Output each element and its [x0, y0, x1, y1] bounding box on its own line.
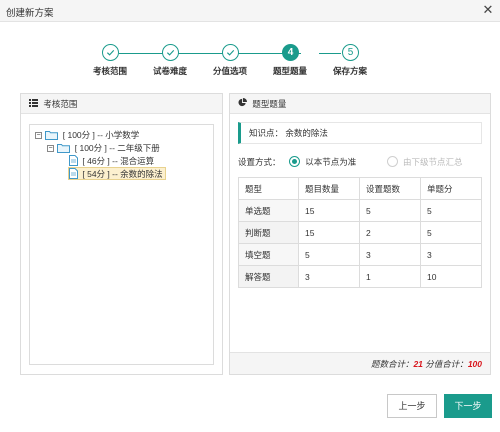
window-title: 创建新方案 [6, 8, 54, 19]
table-cell: 单选题 [238, 199, 299, 222]
table-cell: 填空题 [238, 243, 299, 266]
table-cell[interactable]: 10 [420, 265, 482, 288]
step-wizard: 考核范围 试卷难度 分值选项 4 题型题量 5 保存方案 [80, 44, 380, 80]
question-type-panel-header: 题型题量 [230, 94, 490, 114]
table-cell[interactable]: 3 [420, 243, 482, 266]
table-header: 单题分 [420, 177, 482, 200]
knowledge-point: 知识点： 余数的除法 [238, 122, 482, 144]
table-header-row: 题型 题目数量 设置题数 单题分 [238, 177, 482, 200]
tree-node-label: [ 100分 ] -- 小学数学 [62, 130, 140, 140]
table-cell[interactable]: 1 [359, 265, 421, 288]
check-icon [162, 44, 179, 61]
question-type-table: 题型 题目数量 设置题数 单题分 单选题 15 5 5 判断题 15 2 5 填… [238, 177, 482, 288]
radio-child-summary-label[interactable]: 由下级节点汇总 [403, 157, 463, 167]
scope-panel: 考核范围 − [ 100分 ] -- 小学数学 − [ 100分 ] -- 二年… [20, 93, 223, 375]
question-type-panel-title: 题型题量 [252, 99, 287, 109]
file-icon [69, 168, 78, 179]
table-header: 题型 [238, 177, 299, 200]
table-row: 解答题 3 1 10 [238, 265, 482, 288]
check-icon [222, 44, 239, 61]
folder-icon [45, 131, 59, 140]
step-label: 试卷难度 [152, 66, 187, 76]
tree-node-label: [ 46分 ] -- 混合运算 [82, 156, 155, 166]
window-titlebar: 创建新方案 ✕ [0, 0, 500, 22]
prev-step-button[interactable]: 上一步 [387, 394, 437, 418]
tree-node-selected[interactable]: [ 54分 ] -- 余数的除法 [68, 167, 166, 180]
check-icon [102, 44, 119, 61]
pie-chart-icon [238, 94, 248, 114]
scope-panel-header: 考核范围 [21, 94, 222, 114]
step-label: 分值选项 [212, 66, 247, 76]
table-row: 填空题 5 3 3 [238, 243, 482, 266]
question-count-value: 21 [413, 359, 423, 369]
next-step-button[interactable]: 下一步 [444, 394, 492, 418]
step-number: 5 [342, 44, 359, 61]
tree-node[interactable]: − [ 100分 ] -- 小学数学 [35, 129, 139, 142]
step-label: 题型题量 [272, 66, 307, 76]
step-connector [319, 53, 341, 54]
setting-mode-label: 设置方式： [238, 157, 281, 167]
tree-node[interactable]: − [ 100分 ] -- 二年级下册 [47, 142, 160, 155]
table-cell: 5 [298, 243, 360, 266]
table-cell[interactable]: 5 [420, 199, 482, 222]
table-row: 单选题 15 5 5 [238, 199, 482, 222]
table-cell: 15 [298, 221, 360, 244]
list-icon [29, 94, 39, 114]
file-icon [69, 155, 78, 166]
scope-panel-title: 考核范围 [43, 99, 78, 109]
collapse-toggle[interactable]: − [35, 132, 42, 139]
radio-self-node-label[interactable]: 以本节点为准 [305, 157, 356, 167]
table-row: 判断题 15 2 5 [238, 221, 482, 244]
table-cell[interactable]: 3 [359, 243, 421, 266]
tree-node-label: [ 54分 ] -- 余数的除法 [82, 169, 163, 179]
table-cell[interactable]: 5 [420, 221, 482, 244]
folder-icon [57, 144, 71, 153]
question-type-panel: 题型题量 知识点： 余数的除法 设置方式： 以本节点为准 由下级节点汇总 题型 … [229, 93, 491, 375]
radio-self-node[interactable] [288, 156, 300, 167]
summary-bar: 题数合计：21 分值合计：100 [230, 352, 490, 374]
table-cell: 判断题 [238, 221, 299, 244]
score-total-value: 100 [467, 359, 482, 369]
table-header: 题目数量 [298, 177, 360, 200]
radio-child-summary[interactable] [386, 156, 398, 167]
table-cell[interactable]: 2 [359, 221, 421, 244]
table-header: 设置题数 [359, 177, 421, 200]
step-label: 考核范围 [92, 66, 127, 76]
table-cell: 3 [298, 265, 360, 288]
table-cell: 解答题 [238, 265, 299, 288]
step-connector [119, 53, 301, 54]
score-total-label: 分值合计： [425, 359, 468, 369]
tree-node-label: [ 100分 ] -- 二年级下册 [74, 143, 160, 153]
question-count-label: 题数合计： [370, 359, 414, 369]
collapse-toggle[interactable]: − [47, 145, 54, 152]
table-cell: 15 [298, 199, 360, 222]
step-label: 保存方案 [332, 66, 367, 76]
close-icon[interactable]: ✕ [481, 2, 495, 18]
scope-tree: − [ 100分 ] -- 小学数学 − [ 100分 ] -- 二年级下册 [… [29, 124, 214, 365]
setting-mode: 设置方式： 以本节点为准 由下级节点汇总 [238, 156, 463, 169]
step-number: 4 [282, 44, 299, 61]
table-cell[interactable]: 5 [359, 199, 421, 222]
